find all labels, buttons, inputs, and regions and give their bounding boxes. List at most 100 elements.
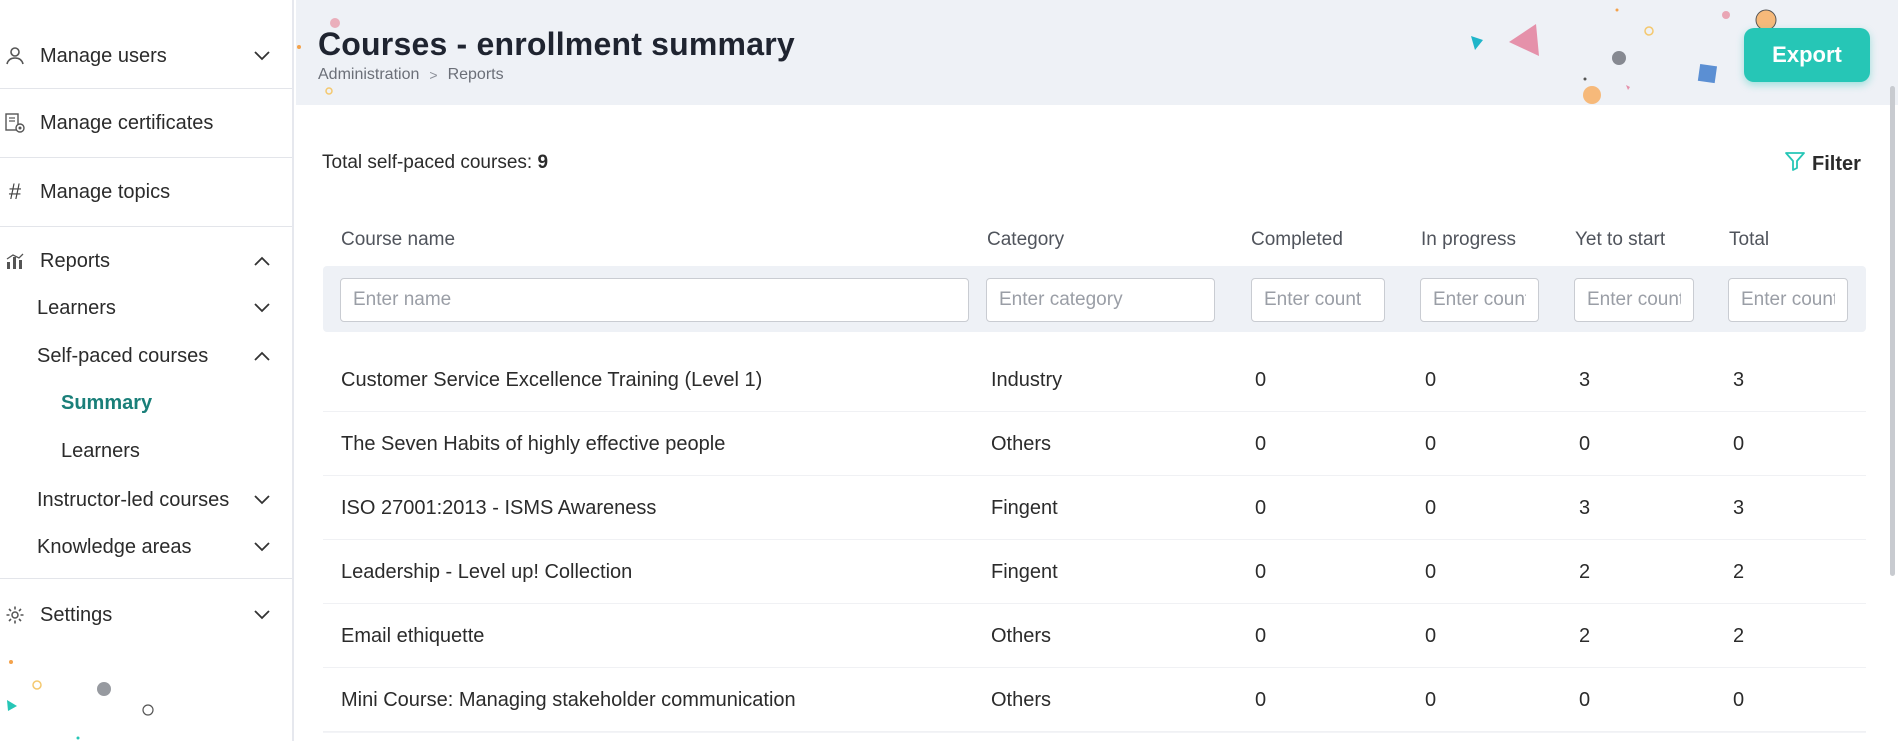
completed-cell: 0 xyxy=(1255,496,1267,519)
category-cell: Industry xyxy=(991,368,1063,391)
yet-to-start-cell: 2 xyxy=(1579,560,1591,583)
total-courses-value: 9 xyxy=(537,152,549,173)
table-row[interactable]: The Seven Habits of highly effective peo… xyxy=(323,412,1866,476)
category-filter-input[interactable] xyxy=(986,278,1215,322)
sidebar-subitem-knowledge-areas[interactable]: Knowledge areas xyxy=(37,527,292,567)
table-row[interactable]: Mini Course: Managing stakeholder commun… xyxy=(323,668,1866,732)
sidebar-subsubitem-learners[interactable]: Learners xyxy=(61,431,281,471)
export-button[interactable]: Export xyxy=(1744,28,1870,82)
table-row[interactable]: Email ethiquette Others 0 0 2 2 xyxy=(323,604,1866,668)
table-row[interactable]: Customer Service Excellence Training (Le… xyxy=(323,348,1866,412)
sidebar-subitem-label: Learners xyxy=(37,296,116,319)
sidebar-subitem-label: Self-paced courses xyxy=(37,344,209,367)
sidebar-item-reports[interactable]: Reports xyxy=(0,227,292,295)
in-progress-filter-input[interactable] xyxy=(1420,278,1539,322)
hash-icon: # xyxy=(8,179,22,204)
total-cell: 0 xyxy=(1733,432,1745,455)
sidebar-subsubitem-label: Summary xyxy=(61,391,153,414)
yet-to-start-cell: 3 xyxy=(1579,496,1591,519)
completed-cell: 0 xyxy=(1255,368,1267,391)
gear-icon xyxy=(4,604,26,626)
table-row[interactable]: ISO 27001:2013 - ISMS Awareness Fingent … xyxy=(323,476,1866,540)
scrollbar[interactable] xyxy=(1890,86,1895,576)
chevron-up-icon[interactable] xyxy=(250,249,274,273)
in-progress-cell: 0 xyxy=(1425,688,1437,711)
column-header-in-progress[interactable]: In progress xyxy=(1421,229,1516,251)
column-header-completed[interactable]: Completed xyxy=(1251,229,1343,251)
course-name-cell[interactable]: Mini Course: Managing stakeholder commun… xyxy=(341,668,796,732)
sidebar-subitem-label: Knowledge areas xyxy=(37,535,192,558)
chevron-down-icon[interactable] xyxy=(250,603,274,627)
completed-cell: 0 xyxy=(1255,688,1267,711)
table-row[interactable]: Leadership - Level up! Collection Fingen… xyxy=(323,540,1866,604)
total-filter-input[interactable] xyxy=(1728,278,1848,322)
total-cell: 2 xyxy=(1733,624,1745,647)
chevron-down-icon[interactable] xyxy=(250,296,274,320)
yet-to-start-cell: 2 xyxy=(1579,624,1591,647)
chevron-up-icon[interactable] xyxy=(250,344,274,368)
breadcrumb-reports[interactable]: Reports xyxy=(448,66,504,84)
chevron-down-icon[interactable] xyxy=(250,488,274,512)
column-header-course-name[interactable]: Course name xyxy=(341,229,455,251)
in-progress-cell: 0 xyxy=(1425,560,1437,583)
sidebar-item-manage-certificates[interactable]: Manage certificates xyxy=(0,89,292,157)
category-cell: Fingent xyxy=(991,496,1058,519)
category-cell: Others xyxy=(991,432,1052,455)
category-cell: Others xyxy=(991,688,1052,711)
sidebar-subsubitem-summary[interactable]: Summary xyxy=(61,383,281,423)
total-cell: 0 xyxy=(1733,688,1745,711)
sidebar-divider xyxy=(0,578,292,579)
in-progress-cell: 0 xyxy=(1425,432,1437,455)
category-cell: Fingent xyxy=(991,560,1058,583)
certificate-icon xyxy=(4,112,26,134)
sidebar-item-label: Settings xyxy=(40,603,113,626)
total-courses-label: Total self-paced courses: xyxy=(322,152,533,173)
chevron-down-icon[interactable] xyxy=(250,44,274,68)
total-cell: 2 xyxy=(1733,560,1745,583)
in-progress-cell: 0 xyxy=(1425,368,1437,391)
total-cell: 3 xyxy=(1733,496,1745,519)
course-name-cell[interactable]: The Seven Habits of highly effective peo… xyxy=(341,412,725,476)
table-body: Customer Service Excellence Training (Le… xyxy=(323,348,1866,732)
filter-icon xyxy=(1784,150,1806,178)
course-name-cell[interactable]: Customer Service Excellence Training (Le… xyxy=(341,348,762,412)
course-name-cell[interactable]: Email ethiquette xyxy=(341,604,484,668)
yet-to-start-cell: 0 xyxy=(1579,688,1591,711)
filter-label: Filter xyxy=(1812,152,1861,175)
breadcrumb: Administration > Reports xyxy=(318,66,504,84)
category-cell: Others xyxy=(991,624,1052,647)
filter-button[interactable]: Filter xyxy=(1784,150,1861,178)
chevron-right-icon: > xyxy=(429,67,438,83)
column-header-category[interactable]: Category xyxy=(987,229,1064,251)
yet-to-start-cell: 0 xyxy=(1579,432,1591,455)
completed-cell: 0 xyxy=(1255,432,1267,455)
sidebar-subitem-label: Instructor-led courses xyxy=(37,488,230,511)
total-cell: 3 xyxy=(1733,368,1745,391)
course-name-cell[interactable]: Leadership - Level up! Collection xyxy=(341,540,632,604)
yet-to-start-filter-input[interactable] xyxy=(1574,278,1694,322)
sidebar-subitem-instructor-led-courses[interactable]: Instructor-led courses xyxy=(37,480,292,520)
sidebar-item-label: Manage users xyxy=(40,44,167,67)
chevron-down-icon[interactable] xyxy=(250,535,274,559)
sidebar-subitem-learners[interactable]: Learners xyxy=(37,288,292,328)
column-header-total[interactable]: Total xyxy=(1729,229,1769,251)
bar-chart-icon xyxy=(4,250,26,272)
confetti-decoration xyxy=(7,660,154,740)
column-header-yet-to-start[interactable]: Yet to start xyxy=(1575,229,1665,251)
in-progress-cell: 0 xyxy=(1425,496,1437,519)
in-progress-cell: 0 xyxy=(1425,624,1437,647)
sidebar-item-settings[interactable]: Settings xyxy=(0,581,292,649)
completed-filter-input[interactable] xyxy=(1251,278,1385,322)
sidebar-item-label: Manage certificates xyxy=(40,111,214,134)
course-name-filter-input[interactable] xyxy=(340,278,969,322)
sidebar-item-manage-users[interactable]: Manage users xyxy=(0,22,292,90)
sidebar-subsubitem-label: Learners xyxy=(61,439,140,462)
page-title: Courses - enrollment summary xyxy=(318,26,795,62)
total-courses: Total self-paced courses: 9 xyxy=(322,152,548,174)
breadcrumb-administration[interactable]: Administration xyxy=(318,66,419,84)
page-header: Courses - enrollment summary Administrat… xyxy=(296,0,1898,105)
completed-cell: 0 xyxy=(1255,560,1267,583)
sidebar-subitem-self-paced-courses[interactable]: Self-paced courses xyxy=(37,336,292,376)
sidebar-item-manage-topics[interactable]: # Manage topics xyxy=(0,158,292,226)
course-name-cell[interactable]: ISO 27001:2013 - ISMS Awareness xyxy=(341,476,656,540)
